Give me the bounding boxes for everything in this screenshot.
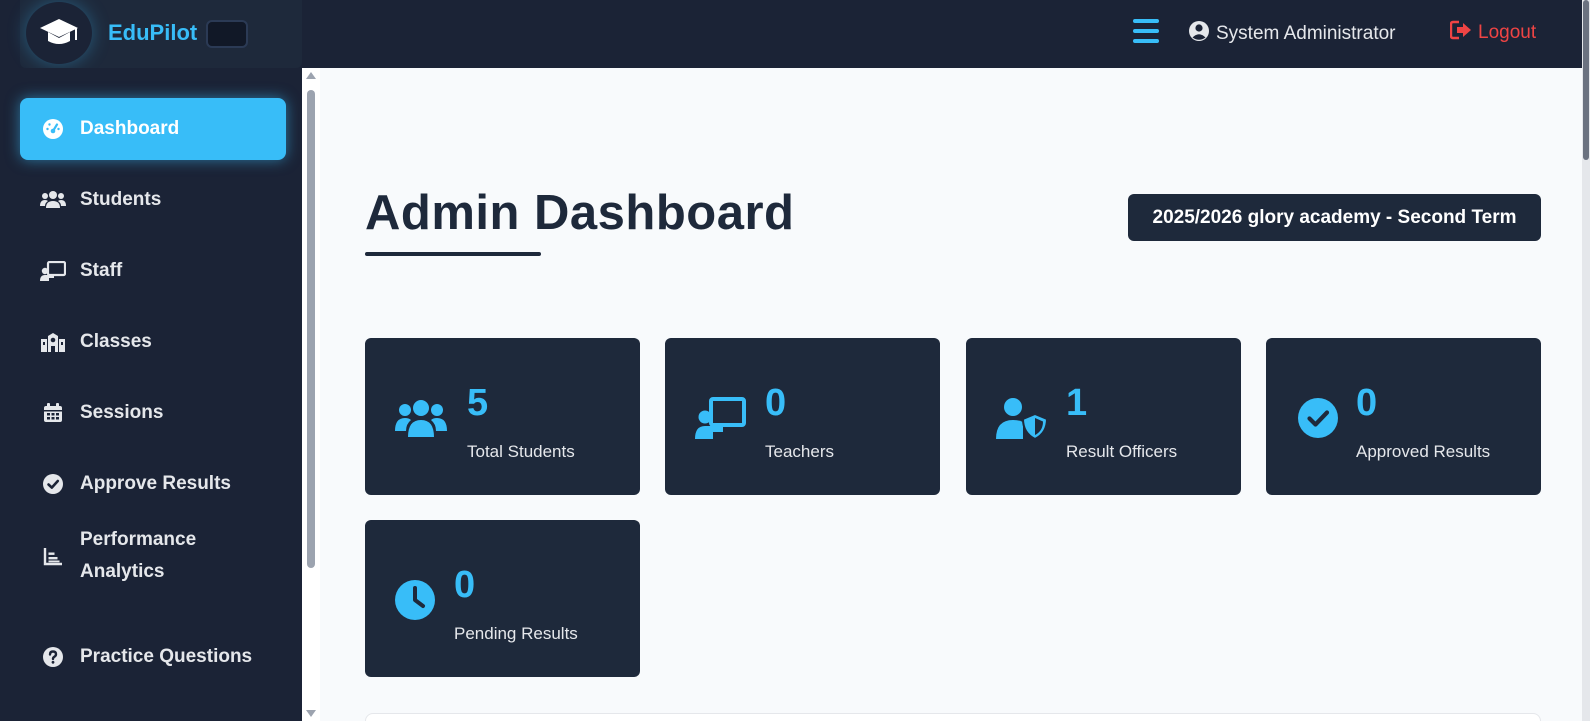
sidebar-item-staff[interactable]: Staff [20,240,286,302]
stat-value: 1 [1066,382,1088,424]
calendar-icon [40,400,66,426]
brand[interactable]: EduPilot [20,0,302,68]
scrollbar-thumb[interactable] [307,90,315,568]
stat-card-pending-results[interactable]: 0 Pending Results [365,520,640,677]
user-circle-icon [1188,20,1210,48]
check-circle-icon [40,471,66,497]
sidebar-item-sessions[interactable]: Sessions [20,382,286,444]
graduation-cap-icon [26,2,92,64]
sidebar-item-label: Dashboard [80,118,180,139]
sidebar-item-label: Students [80,189,162,210]
sidebar-item-students[interactable]: Students [20,169,286,231]
sidebar-item-approve-results[interactable]: Approve Results [20,453,286,515]
sidebar-item-performance-analytics[interactable]: Performance Analytics [20,524,286,588]
brand-badge [206,20,248,48]
chalkboard-teacher-icon [40,258,66,284]
title-underline [365,252,541,256]
stat-value: 0 [454,564,476,606]
chart-icon [40,543,66,569]
stat-label: Total Students [467,442,575,461]
stat-value: 0 [765,382,787,424]
users-icon [40,187,66,213]
clock-icon [387,576,443,624]
logout-label: Logout [1478,22,1537,43]
chalkboard-teacher-icon [693,394,749,442]
brand-name: EduPilot [108,20,198,45]
sidebar-item-dashboard[interactable]: Dashboard [20,98,286,160]
users-icon [393,394,449,442]
stat-card-total-students[interactable]: 5 Total Students [365,338,640,495]
stat-label: Pending Results [454,624,578,643]
sidebar-item-label: Staff [80,260,123,281]
user-shield-icon [994,394,1050,442]
sidebar: Dashboard Students Staff Classes Session… [0,68,302,721]
check-circle-icon [1290,394,1346,442]
hamburger-menu-icon[interactable] [1131,16,1161,46]
session-badge: 2025/2026 glory academy - Second Term [1128,194,1541,241]
sidebar-scrollbar[interactable] [302,68,320,721]
content-panel [365,713,1541,721]
logout-button[interactable]: Logout [1449,20,1537,46]
page-scrollbar-thumb[interactable] [1583,0,1589,160]
sign-out-icon [1449,20,1472,46]
stat-value: 0 [1356,382,1378,424]
stat-label: Approved Results [1356,442,1491,461]
page-title: Admin Dashboard [365,186,795,240]
sidebar-item-label: Practice Questions [80,646,253,667]
stat-card-result-officers[interactable]: 1 Result Officers [966,338,1241,495]
question-circle-icon [40,644,66,670]
school-icon [40,329,66,355]
sidebar-item-label: Approve Results [80,473,231,494]
gauge-icon [40,116,66,142]
top-navbar: EduPilot System Administrator Logout [0,0,1590,68]
stat-value: 5 [467,382,489,424]
scroll-up-arrow-icon[interactable] [306,72,316,79]
sidebar-item-label: Classes [80,331,152,352]
sidebar-item-label: Performance Analytics [80,529,197,582]
user-menu[interactable]: System Administrator [1188,20,1396,48]
sidebar-item-practice-questions[interactable]: Practice Questions [20,626,286,688]
stat-card-approved-results[interactable]: 0 Approved Results [1266,338,1541,495]
sidebar-item-label: Sessions [80,402,164,423]
user-name: System Administrator [1216,23,1396,44]
stat-card-teachers[interactable]: 0 Teachers [665,338,940,495]
stat-label: Result Officers [1066,442,1178,461]
sidebar-item-classes[interactable]: Classes [20,311,286,373]
page-scrollbar[interactable] [1582,0,1590,721]
stat-label: Teachers [765,442,834,461]
scroll-down-arrow-icon[interactable] [306,710,316,717]
